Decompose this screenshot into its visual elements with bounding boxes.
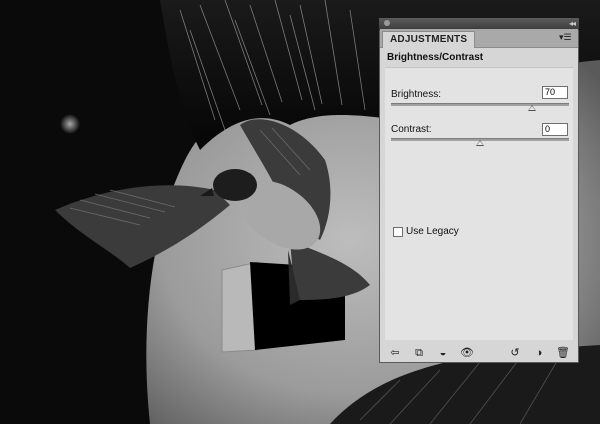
tab-adjustments[interactable]: ADJUSTMENTS (382, 31, 476, 48)
brightness-label: Brightness: (391, 89, 442, 100)
reset-icon[interactable]: ◑ (532, 346, 546, 360)
visibility-toggle-icon[interactable]: ◒ (436, 346, 450, 360)
brightness-slider-track[interactable] (391, 103, 569, 106)
contrast-slider-thumb[interactable] (476, 140, 484, 146)
panel-collapse-icon[interactable]: ◂◂ (569, 19, 576, 28)
brightness-slider-thumb[interactable] (527, 105, 536, 111)
contrast-input[interactable]: 0 (542, 123, 568, 136)
contrast-label: Contrast: (391, 124, 432, 135)
adjustment-title: Brightness/Contrast (387, 52, 484, 63)
brightness-input[interactable]: 70 (542, 86, 568, 99)
eye-icon[interactable]: 👁 (460, 346, 474, 360)
use-legacy-label: Use Legacy (406, 226, 459, 237)
clip-to-layer-icon[interactable]: ⧉ (412, 346, 426, 360)
panel-body: Brightness: 70 Contrast: 0 Use Legacy (385, 67, 573, 340)
trash-icon[interactable]: 🗑 (556, 346, 570, 360)
panel-tab-row: ADJUSTMENTS ▾☰ (380, 29, 578, 48)
back-arrow-icon[interactable]: ⇦ (388, 346, 402, 360)
use-legacy-checkbox-box[interactable] (393, 227, 403, 237)
adjustments-panel: ◂◂ ADJUSTMENTS ▾☰ Brightness/Contrast Br… (379, 18, 579, 363)
panel-close-icon[interactable] (384, 20, 390, 26)
panel-menu-icon[interactable]: ▾☰ (559, 32, 573, 43)
view-previous-state-icon[interactable]: ↺ (508, 346, 522, 360)
panel-bottom-toolbar: ⇦ ⧉ ◒ 👁 ↺ ◑ 🗑 (380, 343, 578, 363)
